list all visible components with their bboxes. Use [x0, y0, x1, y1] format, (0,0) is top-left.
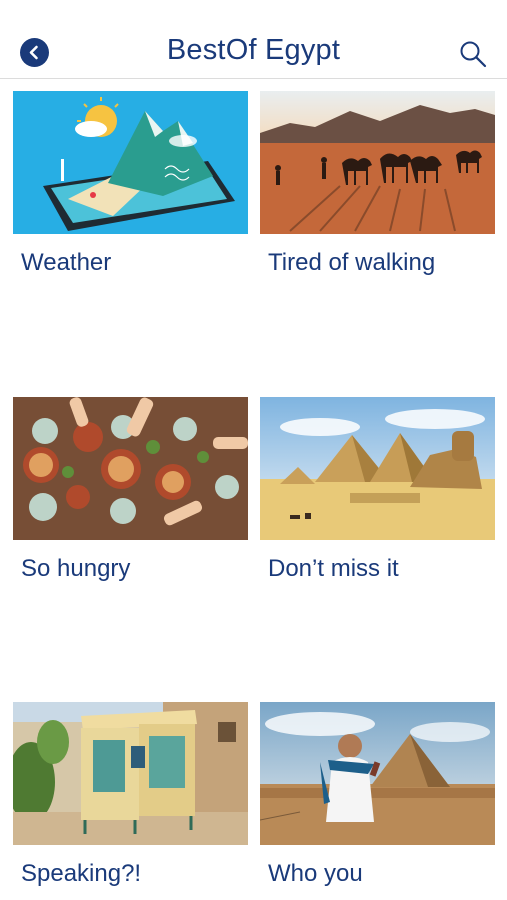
card-tired-of-walking[interactable]: Tired of walking [260, 91, 495, 276]
food-table-image [13, 397, 248, 540]
card-so-hungry[interactable]: So hungry [13, 397, 248, 582]
card-speaking[interactable]: Speaking?! [13, 702, 248, 887]
tourist-pyramid-image [260, 702, 495, 845]
camel-caravan-image [260, 91, 495, 234]
card-label: Weather [21, 249, 112, 276]
weather-image [13, 91, 248, 234]
card-weather[interactable]: Weather [13, 91, 248, 276]
card-label: Don’t miss it [268, 555, 399, 582]
card-who-you[interactable]: Who you [260, 702, 495, 887]
card-label: Speaking?! [21, 860, 142, 887]
card-label: Who you [268, 860, 363, 887]
card-dont-miss-it[interactable]: Don’t miss it [260, 397, 495, 582]
card-label: So hungry [21, 555, 131, 582]
card-label: Tired of walking [268, 249, 436, 276]
pyramids-sphinx-image [260, 397, 495, 540]
category-grid: Weather Tired of walking So hungry Don’t… [0, 0, 507, 900]
payphone-booth-image [13, 702, 248, 845]
